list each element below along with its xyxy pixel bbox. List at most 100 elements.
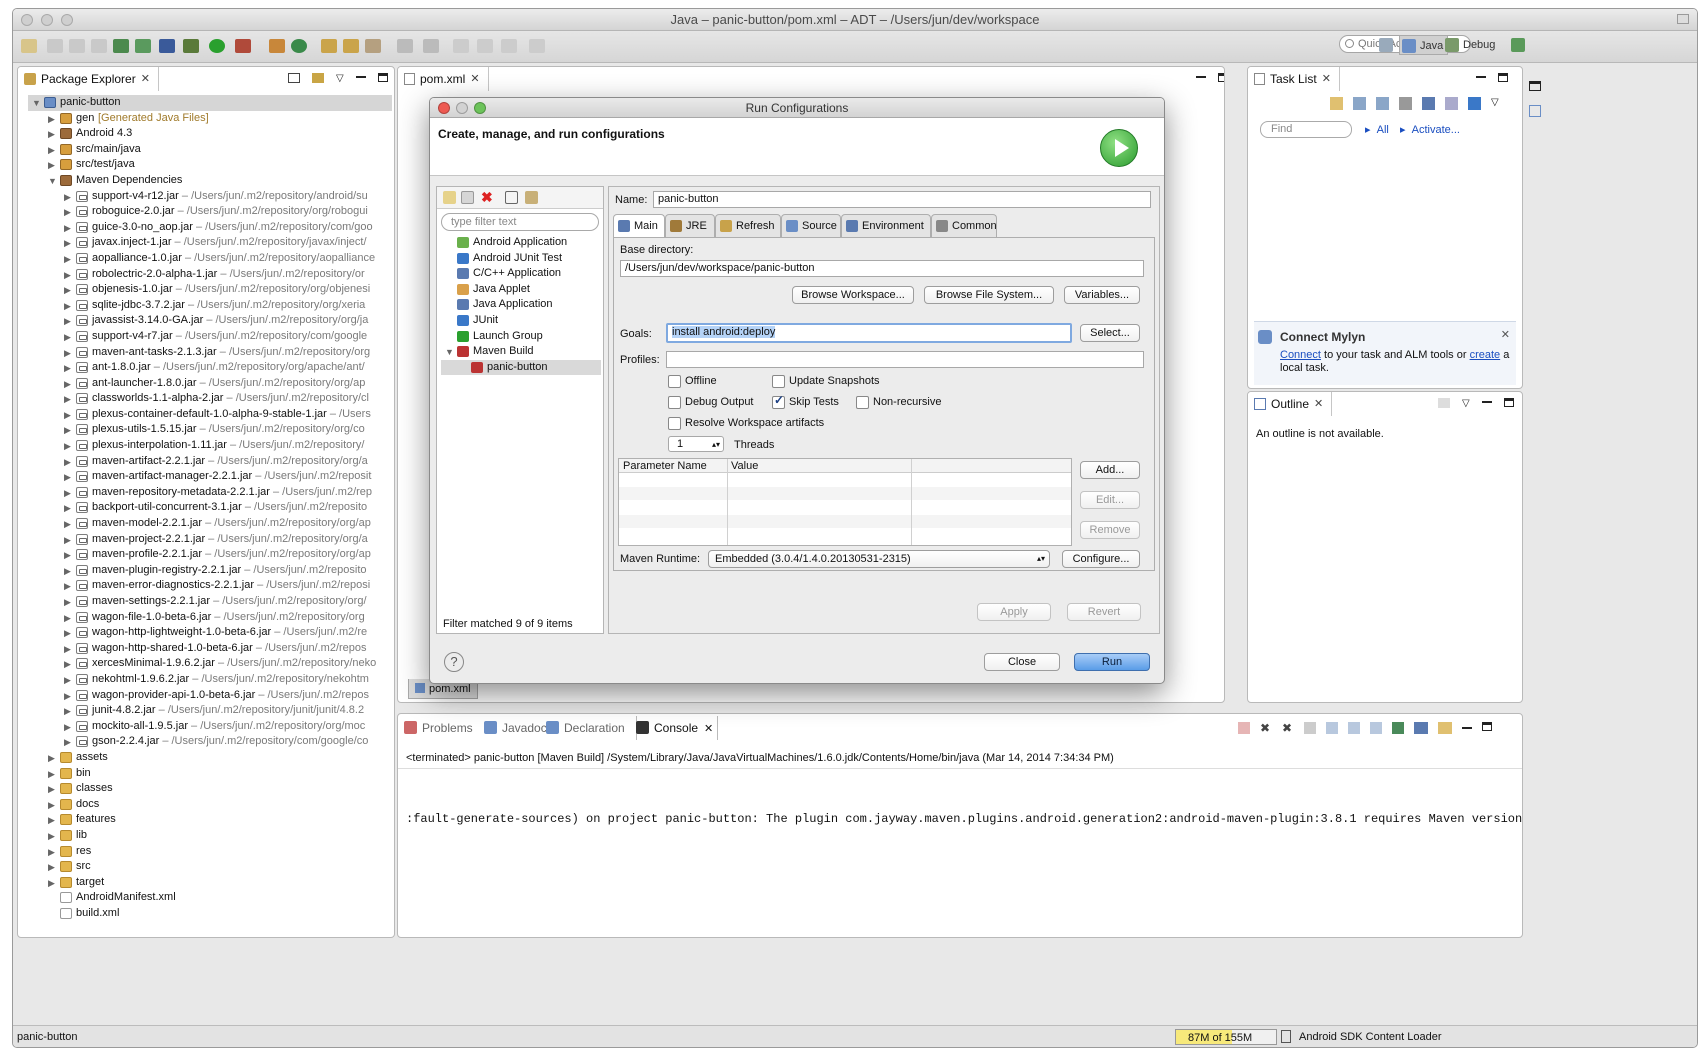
collapsed-arrow-icon[interactable]: ▶ bbox=[64, 628, 72, 638]
tree-item-folder[interactable]: ▶ src bbox=[28, 859, 392, 875]
collapse-all-icon[interactable] bbox=[505, 191, 518, 204]
collapsed-arrow-icon[interactable]: ▶ bbox=[64, 332, 72, 342]
offline-checkbox[interactable]: Offline bbox=[668, 375, 717, 388]
browse-filesystem-button[interactable]: Browse File System... bbox=[924, 286, 1054, 304]
back-icon[interactable] bbox=[453, 39, 469, 53]
config-type-item[interactable]: Java Applet bbox=[441, 282, 601, 298]
add-parameter-button[interactable]: Add... bbox=[1080, 461, 1140, 479]
dialog-minimize-button[interactable] bbox=[456, 102, 468, 114]
tree-item-jar[interactable]: ▶ plexus-utils-1.5.15.jar – /Users/jun/.m… bbox=[28, 422, 392, 438]
profiles-field[interactable] bbox=[666, 351, 1144, 368]
tree-item-jar[interactable]: ▶ backport-util-concurrent-3.1.jar – /Use… bbox=[28, 500, 392, 516]
table-row[interactable] bbox=[619, 487, 1071, 501]
tree-item-jar[interactable]: ▶ maven-artifact-2.2.1.jar – /Users/jun/.… bbox=[28, 454, 392, 470]
tab-source[interactable]: Source bbox=[781, 214, 841, 238]
collapsed-arrow-icon[interactable]: ▶ bbox=[48, 862, 56, 872]
goals-select-button[interactable]: Select... bbox=[1080, 324, 1140, 342]
tree-item-file[interactable]: build.xml bbox=[28, 906, 392, 922]
config-type-item[interactable]: Android Application bbox=[441, 235, 601, 251]
edit-parameter-button[interactable]: Edit... bbox=[1080, 491, 1140, 509]
annotation-icon[interactable] bbox=[397, 39, 413, 53]
base-dir-field[interactable]: /Users/jun/dev/workspace/panic-button bbox=[620, 260, 1144, 277]
collapsed-arrow-icon[interactable]: ▶ bbox=[64, 597, 72, 607]
tree-item-jar[interactable]: ▶ wagon-provider-api-1.0-beta-6.jar – /Us… bbox=[28, 688, 392, 704]
terminate-icon[interactable] bbox=[1238, 722, 1250, 734]
heap-status[interactable]: 87M of 155M bbox=[1175, 1029, 1277, 1045]
link-editor-icon[interactable] bbox=[312, 73, 324, 83]
view-menu-icon[interactable]: ▽ bbox=[1491, 97, 1499, 110]
minimize-window-button[interactable] bbox=[41, 14, 53, 26]
tree-item-jar[interactable]: ▶ javassist-3.14.0-GA.jar – /Users/jun/.m… bbox=[28, 313, 392, 329]
close-icon[interactable]: ✕ bbox=[704, 723, 713, 735]
collapsed-arrow-icon[interactable]: ▶ bbox=[64, 737, 72, 747]
tree-item[interactable]: ▶ src/main/java bbox=[28, 142, 392, 158]
collapsed-arrow-icon[interactable]: ▶ bbox=[48, 784, 56, 794]
tree-item-jar[interactable]: ▶ wagon-http-shared-1.0-beta-6.jar – /Use… bbox=[28, 641, 392, 657]
tree-item-jar[interactable]: ▶ maven-ant-tasks-2.1.3.jar – /Users/jun/… bbox=[28, 345, 392, 361]
collapse-all-icon[interactable] bbox=[288, 73, 300, 83]
collapsed-arrow-icon[interactable]: ▶ bbox=[64, 457, 72, 467]
config-item-panic-button[interactable]: panic-button bbox=[441, 359, 601, 376]
collapsed-arrow-icon[interactable]: ▶ bbox=[64, 519, 72, 529]
collapsed-arrow-icon[interactable]: ▶ bbox=[64, 581, 72, 591]
collapsed-arrow-icon[interactable]: ▶ bbox=[48, 753, 56, 763]
config-type-item[interactable]: C/C++ Application bbox=[441, 266, 601, 282]
collapsed-arrow-icon[interactable]: ▶ bbox=[48, 831, 56, 841]
tree-item-jar[interactable]: ▶ javax.inject-1.jar – /Users/jun/.m2/rep… bbox=[28, 235, 392, 251]
goals-field[interactable]: install android:deploy bbox=[666, 323, 1072, 343]
tree-item-jar[interactable]: ▶ nekohtml-1.9.6.2.jar – /Users/jun/.m2/r… bbox=[28, 672, 392, 688]
tree-item-folder[interactable]: ▶ assets bbox=[28, 750, 392, 766]
collapsed-arrow-icon[interactable]: ▶ bbox=[48, 145, 56, 155]
tab-declaration[interactable]: Declaration bbox=[546, 718, 625, 738]
tree-item-jar[interactable]: ▶ maven-plugin-registry-2.2.1.jar – /User… bbox=[28, 563, 392, 579]
config-type-item[interactable]: Android JUnit Test bbox=[441, 251, 601, 267]
param-name-column[interactable]: Parameter Name bbox=[623, 459, 707, 473]
open-console-icon[interactable] bbox=[1438, 722, 1452, 734]
run-external-icon[interactable] bbox=[235, 39, 251, 53]
resolve-workspace-checkbox[interactable]: Resolve Workspace artifacts bbox=[668, 417, 824, 430]
lint-icon[interactable] bbox=[159, 39, 175, 53]
collapsed-arrow-icon[interactable]: ▶ bbox=[64, 348, 72, 358]
forward-icon[interactable] bbox=[477, 39, 493, 53]
fullscreen-icon[interactable] bbox=[1677, 14, 1689, 24]
delete-config-icon[interactable]: ✖ bbox=[481, 190, 494, 204]
focus-icon[interactable] bbox=[1399, 97, 1412, 110]
collapsed-arrow-icon[interactable]: ▶ bbox=[64, 254, 72, 264]
config-type-item[interactable]: Launch Group bbox=[441, 329, 601, 345]
zoom-window-button[interactable] bbox=[61, 14, 73, 26]
collapse-icon[interactable] bbox=[1445, 97, 1458, 110]
java-perspective-button[interactable]: Java bbox=[1399, 35, 1449, 55]
tree-item-jar[interactable]: ▶ plexus-interpolation-1.11.jar – /Users/… bbox=[28, 438, 392, 454]
filter-config-icon[interactable] bbox=[525, 191, 538, 204]
config-type-item[interactable]: ▼ Maven Build bbox=[441, 344, 601, 360]
search-tool-icon[interactable] bbox=[365, 39, 381, 53]
tab-main[interactable]: Main bbox=[613, 214, 665, 238]
maximize-icon[interactable] bbox=[1482, 722, 1492, 731]
skip-tests-checkbox[interactable]: Skip Tests bbox=[772, 394, 839, 409]
close-icon[interactable]: ✕ bbox=[1314, 392, 1323, 416]
tree-item-jar[interactable]: ▶ support-v4-r7.jar – /Users/jun/.m2/repo… bbox=[28, 329, 392, 345]
tree-item-jar[interactable]: ▶ xercesMinimal-1.9.6.2.jar – /Users/jun/… bbox=[28, 656, 392, 672]
collapsed-arrow-icon[interactable]: ▶ bbox=[64, 425, 72, 435]
collapsed-arrow-icon[interactable]: ▶ bbox=[64, 223, 72, 233]
revert-button[interactable]: Revert bbox=[1067, 603, 1141, 621]
config-filter-input[interactable]: type filter text bbox=[441, 213, 599, 231]
remove-parameter-button[interactable]: Remove bbox=[1080, 521, 1140, 539]
trim-view-icon[interactable] bbox=[1529, 105, 1541, 117]
outline-sync-icon[interactable] bbox=[1438, 398, 1450, 408]
collapsed-arrow-icon[interactable]: ▶ bbox=[64, 316, 72, 326]
task-all-link[interactable]: ▸ All bbox=[1365, 123, 1389, 136]
tab-task-list[interactable]: Task List ✕ bbox=[1248, 67, 1340, 91]
close-icon[interactable]: ✕ bbox=[141, 67, 150, 91]
minimize-icon[interactable] bbox=[1476, 76, 1486, 78]
ddms-perspective-button[interactable] bbox=[1509, 35, 1535, 55]
tree-item-jar[interactable]: ▶ objenesis-1.0.jar – /Users/jun/.m2/repo… bbox=[28, 282, 392, 298]
new-icon[interactable] bbox=[21, 39, 37, 53]
sdk-manager-icon[interactable] bbox=[113, 39, 129, 53]
collapsed-arrow-icon[interactable]: ▶ bbox=[64, 441, 72, 451]
tab-environment[interactable]: Environment bbox=[841, 214, 931, 238]
open-resource-icon[interactable] bbox=[343, 39, 359, 53]
spinner-arrows-icon[interactable]: ▴▾ bbox=[712, 437, 720, 452]
close-icon[interactable]: ✕ bbox=[1322, 67, 1331, 91]
tree-item[interactable]: ▶ gen [Generated Java Files] bbox=[28, 111, 392, 127]
